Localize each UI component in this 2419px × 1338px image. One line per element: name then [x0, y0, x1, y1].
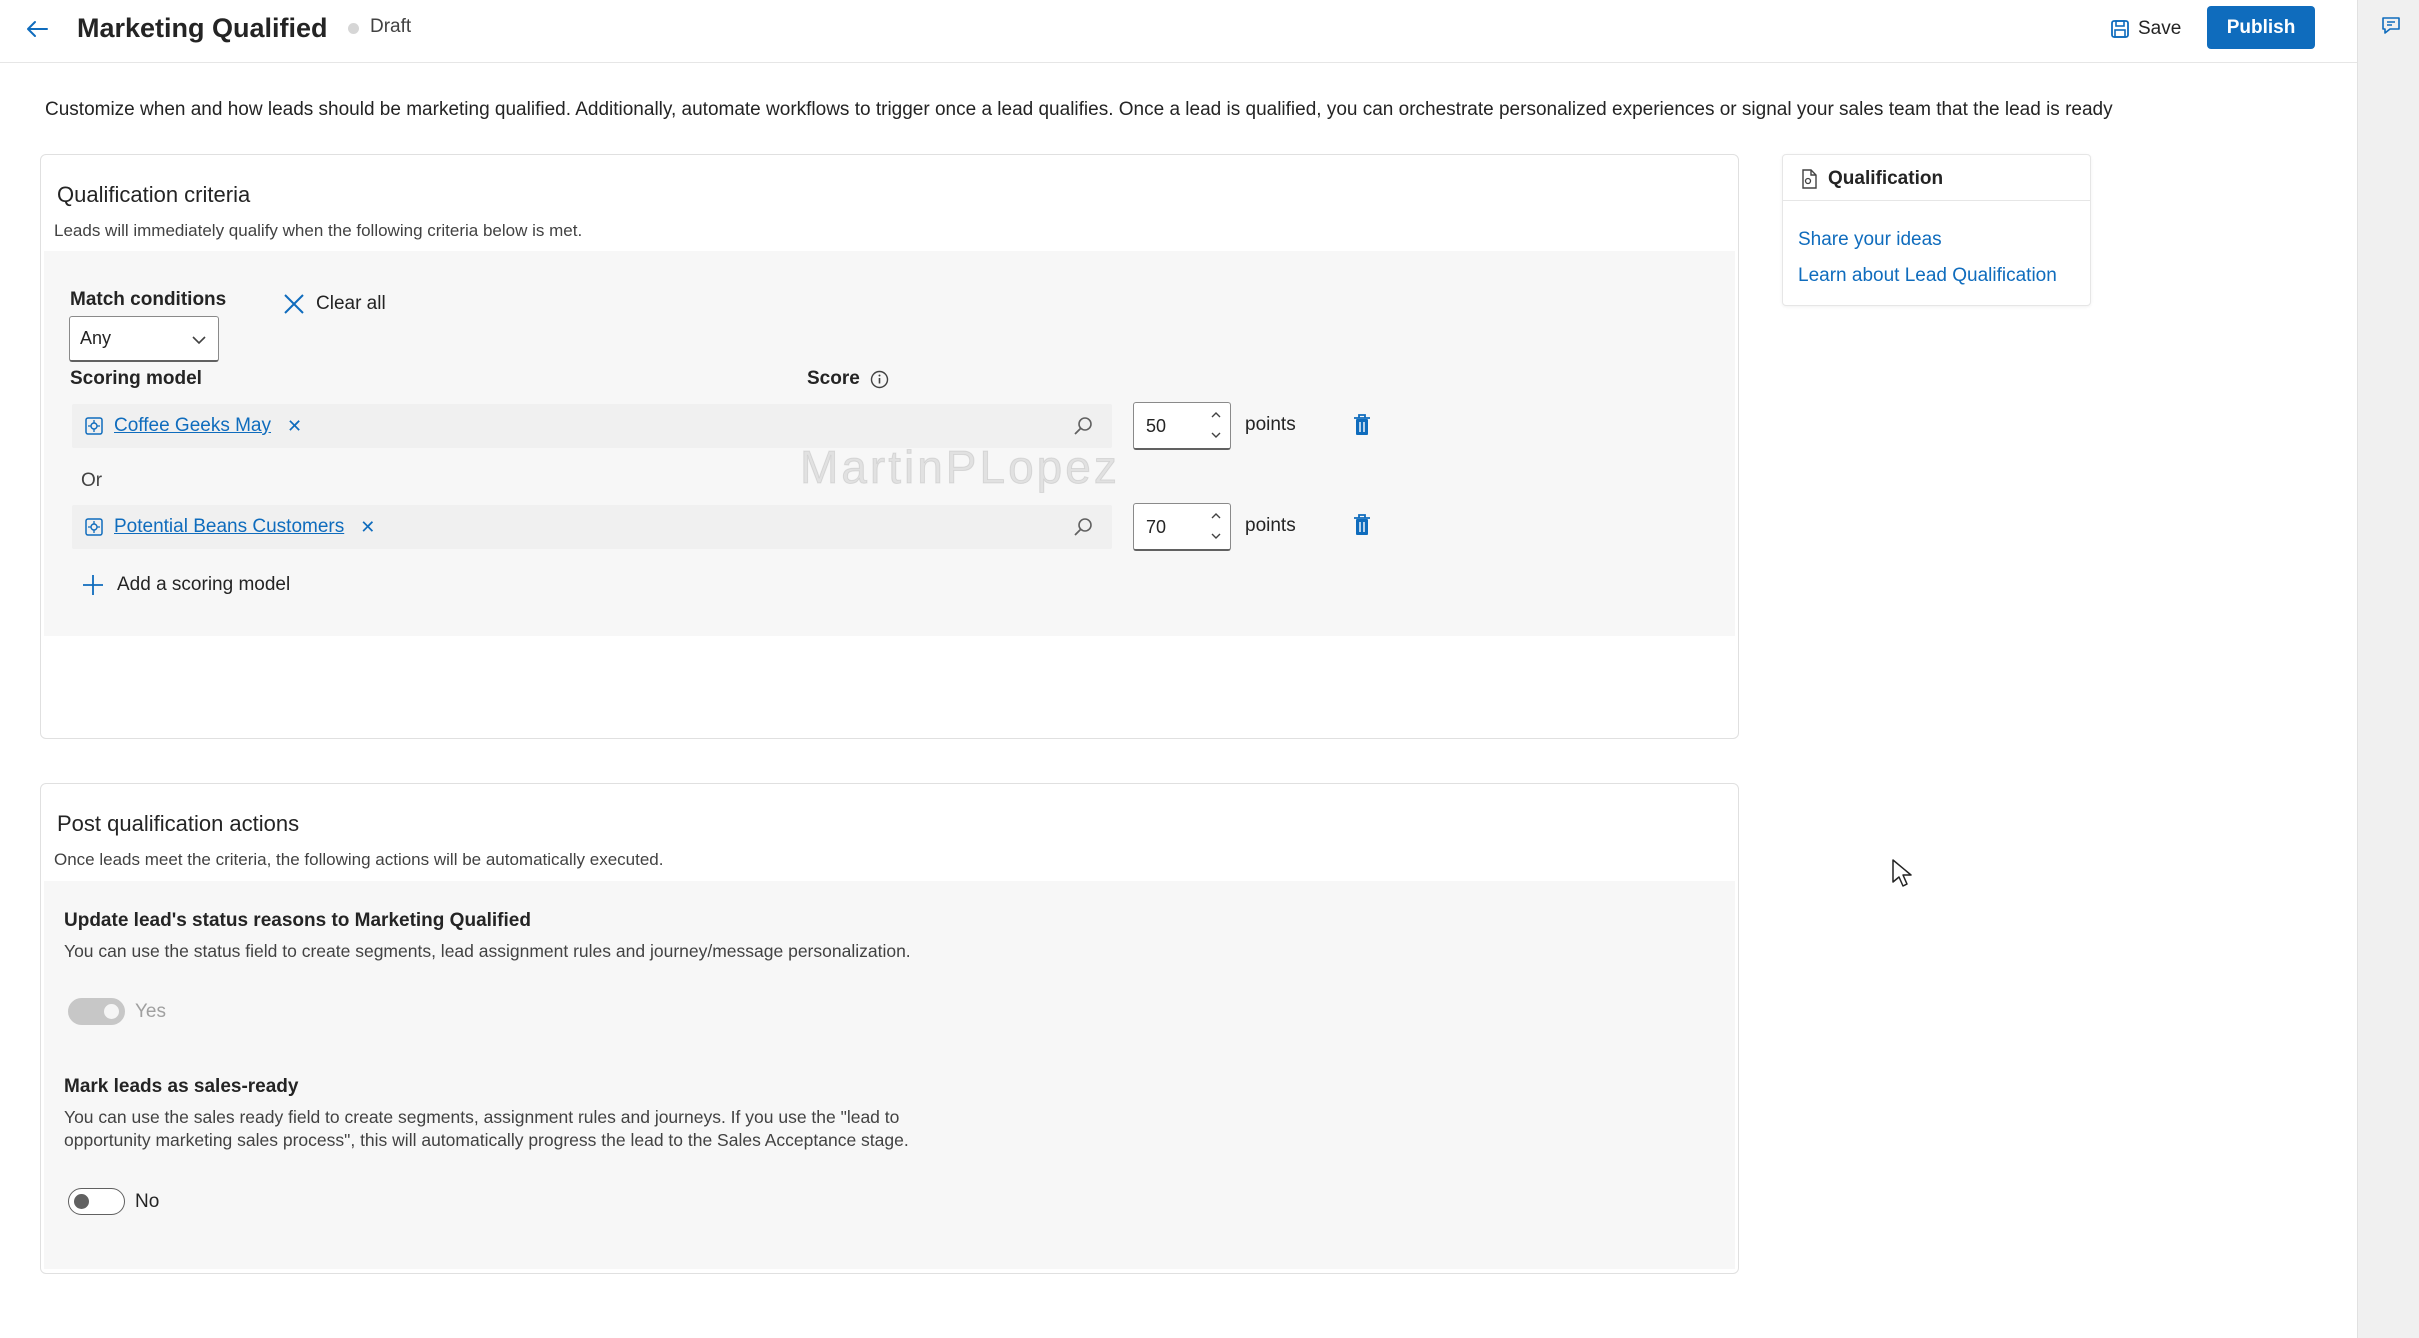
side-panel-title: Qualification — [1828, 168, 1944, 189]
mouse-pointer-icon — [1892, 859, 1912, 887]
save-icon — [2111, 20, 2129, 38]
sales-ready-toggle-label: No — [135, 1191, 160, 1212]
chevron-down-icon[interactable] — [1208, 528, 1224, 544]
add-scoring-model-label: Add a scoring model — [117, 574, 291, 595]
page-title: Marketing Qualified — [77, 13, 328, 43]
scoring-model-icon — [85, 518, 103, 536]
score-header-label: Score — [807, 368, 860, 389]
score-value: 50 — [1146, 416, 1167, 436]
chevron-down-icon[interactable] — [1208, 427, 1224, 443]
command-bar: Marketing Qualified Draft Save Publish — [0, 0, 2357, 63]
sales-ready-heading: Mark leads as sales-ready — [64, 1076, 299, 1097]
chat-icon[interactable] — [2379, 14, 2403, 38]
watermark: MartinPLopez — [800, 441, 1120, 494]
status-update-heading: Update lead's status reasons to Marketin… — [64, 910, 531, 931]
remove-tag-icon[interactable]: ✕ — [287, 417, 302, 435]
info-icon[interactable] — [870, 370, 889, 389]
card-title: Qualification criteria — [57, 182, 251, 207]
chevron-down-icon — [192, 336, 206, 345]
qualification-side-panel: Qualification Share your ideas Learn abo… — [1782, 154, 2091, 306]
status-update-text: You can use the status field to create s… — [64, 941, 911, 961]
plus-icon — [83, 575, 103, 595]
delete-icon[interactable] — [1352, 513, 1372, 537]
side-panel-header: Qualification — [1783, 155, 2090, 201]
add-scoring-model-button[interactable]: Add a scoring model — [81, 573, 290, 597]
match-conditions-dropdown[interactable]: Any — [69, 316, 219, 362]
search-icon[interactable] — [1072, 516, 1094, 538]
scoring-model-lookup[interactable]: Potential Beans Customers ✕ — [72, 505, 1112, 549]
delete-icon[interactable] — [1352, 413, 1372, 437]
save-label: Save — [2138, 18, 2182, 39]
toggle-knob — [74, 1194, 89, 1209]
share-ideas-link[interactable]: Share your ideas — [1798, 229, 1942, 251]
sales-ready-text-line-1: You can use the sales ready field to cre… — [64, 1107, 900, 1127]
toggle-knob — [104, 1004, 119, 1019]
scoring-model-link[interactable]: Coffee Geeks May — [114, 415, 271, 437]
scoring-model-icon — [85, 417, 103, 435]
post-qualification-card: Post qualification actions Once leads me… — [40, 783, 1739, 1274]
document-icon — [1802, 169, 1817, 189]
score-input[interactable]: 50 — [1133, 402, 1231, 450]
close-icon — [284, 294, 304, 314]
or-label: Or — [81, 470, 103, 491]
remove-tag-icon[interactable]: ✕ — [360, 518, 375, 536]
score-input[interactable]: 70 — [1133, 503, 1231, 551]
page-description: Customize when and how leads should be m… — [45, 99, 2113, 120]
status-dot-icon — [348, 23, 359, 34]
status-update-toggle[interactable] — [68, 998, 125, 1025]
card-subtitle: Leads will immediately qualify when the … — [54, 221, 583, 240]
scoring-model-tag: Potential Beans Customers ✕ — [84, 516, 375, 538]
back-arrow-icon[interactable] — [20, 12, 54, 46]
scoring-model-tag: Coffee Geeks May ✕ — [84, 415, 302, 437]
status-update-toggle-label: Yes — [135, 1001, 166, 1022]
chevron-up-icon[interactable] — [1208, 407, 1224, 423]
status-label: Draft — [370, 16, 412, 37]
learn-lead-qualification-link[interactable]: Learn about Lead Qualification — [1798, 265, 2057, 287]
sales-ready-toggle[interactable] — [68, 1188, 125, 1215]
clear-all-label: Clear all — [316, 293, 386, 314]
save-button[interactable]: Save — [2110, 12, 2181, 46]
sales-ready-text-line-2: opportunity marketing sales process", th… — [64, 1130, 909, 1150]
points-label: points — [1245, 414, 1296, 435]
card-title: Post qualification actions — [57, 811, 300, 836]
search-icon[interactable] — [1072, 415, 1094, 437]
right-rail — [2357, 0, 2419, 1338]
publish-button[interactable]: Publish — [2207, 6, 2315, 49]
card-subtitle: Once leads meet the criteria, the follow… — [54, 850, 664, 869]
clear-all-button[interactable]: Clear all — [282, 292, 386, 316]
match-conditions-value: Any — [80, 328, 112, 348]
scoring-model-link[interactable]: Potential Beans Customers — [114, 516, 344, 538]
match-conditions-label: Match conditions — [70, 289, 227, 310]
score-header: Score — [807, 368, 889, 390]
scoring-model-header: Scoring model — [70, 368, 202, 389]
points-label: points — [1245, 515, 1296, 536]
chevron-up-icon[interactable] — [1208, 508, 1224, 524]
score-value: 70 — [1146, 517, 1167, 537]
